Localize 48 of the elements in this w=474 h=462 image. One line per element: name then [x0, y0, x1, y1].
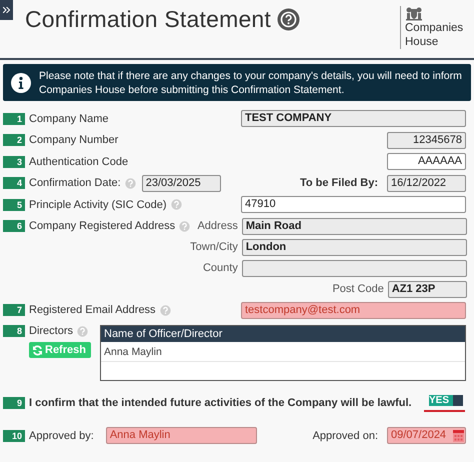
field-label: Directors: [29, 325, 74, 337]
field-label: Confirmation Date:: [29, 177, 121, 190]
input-field[interactable]: TEST COMPANY: [241, 110, 466, 128]
column-header: Name of Officer/Director: [101, 326, 465, 342]
field-label: Authentication Code: [29, 156, 128, 168]
input-field[interactable]: AAAAAA: [387, 153, 466, 170]
info-icon: [11, 72, 31, 92]
step-number: 10: [3, 430, 25, 442]
chevrons-icon: [3, 7, 10, 13]
field-label: Company Name: [29, 112, 108, 125]
field-label: Company Number: [29, 134, 118, 146]
field-label: Registered Email Address: [29, 304, 156, 316]
step-number: 2: [3, 134, 25, 146]
help-icon[interactable]: [277, 8, 300, 31]
logo-text: Companies House: [405, 21, 464, 49]
input-field[interactable]: 16/12/2022: [387, 174, 466, 192]
input-field[interactable]: [242, 260, 467, 276]
step-number: 6: [3, 220, 25, 232]
field-label: Approved on:: [312, 430, 378, 442]
input-field[interactable]: 12345678: [387, 132, 466, 149]
expand-button[interactable]: [0, 0, 13, 20]
notice-text: Please note that if there are any changes to your company's details, you will need to inform Companies House before submitting this Confirmation Statement.: [39, 68, 463, 96]
refresh-icon: [32, 344, 43, 356]
field-label: Company Registered Address: [29, 220, 176, 232]
input-field[interactable]: 23/03/2025: [142, 174, 221, 192]
step-number: 1: [3, 112, 25, 125]
field-label: Approved by:: [29, 430, 94, 442]
input-field[interactable]: AZ1 23P: [388, 280, 467, 298]
input-field[interactable]: 47910: [241, 196, 466, 214]
input-field[interactable]: Main Road: [242, 218, 467, 234]
step-number: 4: [3, 177, 25, 190]
field-label: Principle Activity (SIC Code): [29, 198, 167, 211]
field-label: I confirm that the intended future activities of the Company will be lawful.: [29, 397, 412, 409]
step-number: 7: [3, 304, 25, 316]
field-label: Post Code: [332, 283, 384, 295]
field-label: County: [202, 262, 238, 274]
page-title: Confirmation Statement: [25, 6, 272, 33]
step-number: 8: [3, 325, 25, 337]
step-number: 5: [3, 198, 25, 211]
field-label: To be Filed By:: [300, 177, 378, 190]
field-label: Town/City: [190, 241, 238, 253]
calendar-icon[interactable]: [453, 429, 464, 442]
step-number: 9: [3, 397, 25, 409]
crest-icon: [405, 6, 423, 21]
input-field[interactable]: London: [242, 238, 467, 256]
field-label: Address: [197, 220, 238, 232]
step-number: 3: [3, 156, 25, 168]
table-cell: Anna Maylin: [101, 342, 465, 362]
